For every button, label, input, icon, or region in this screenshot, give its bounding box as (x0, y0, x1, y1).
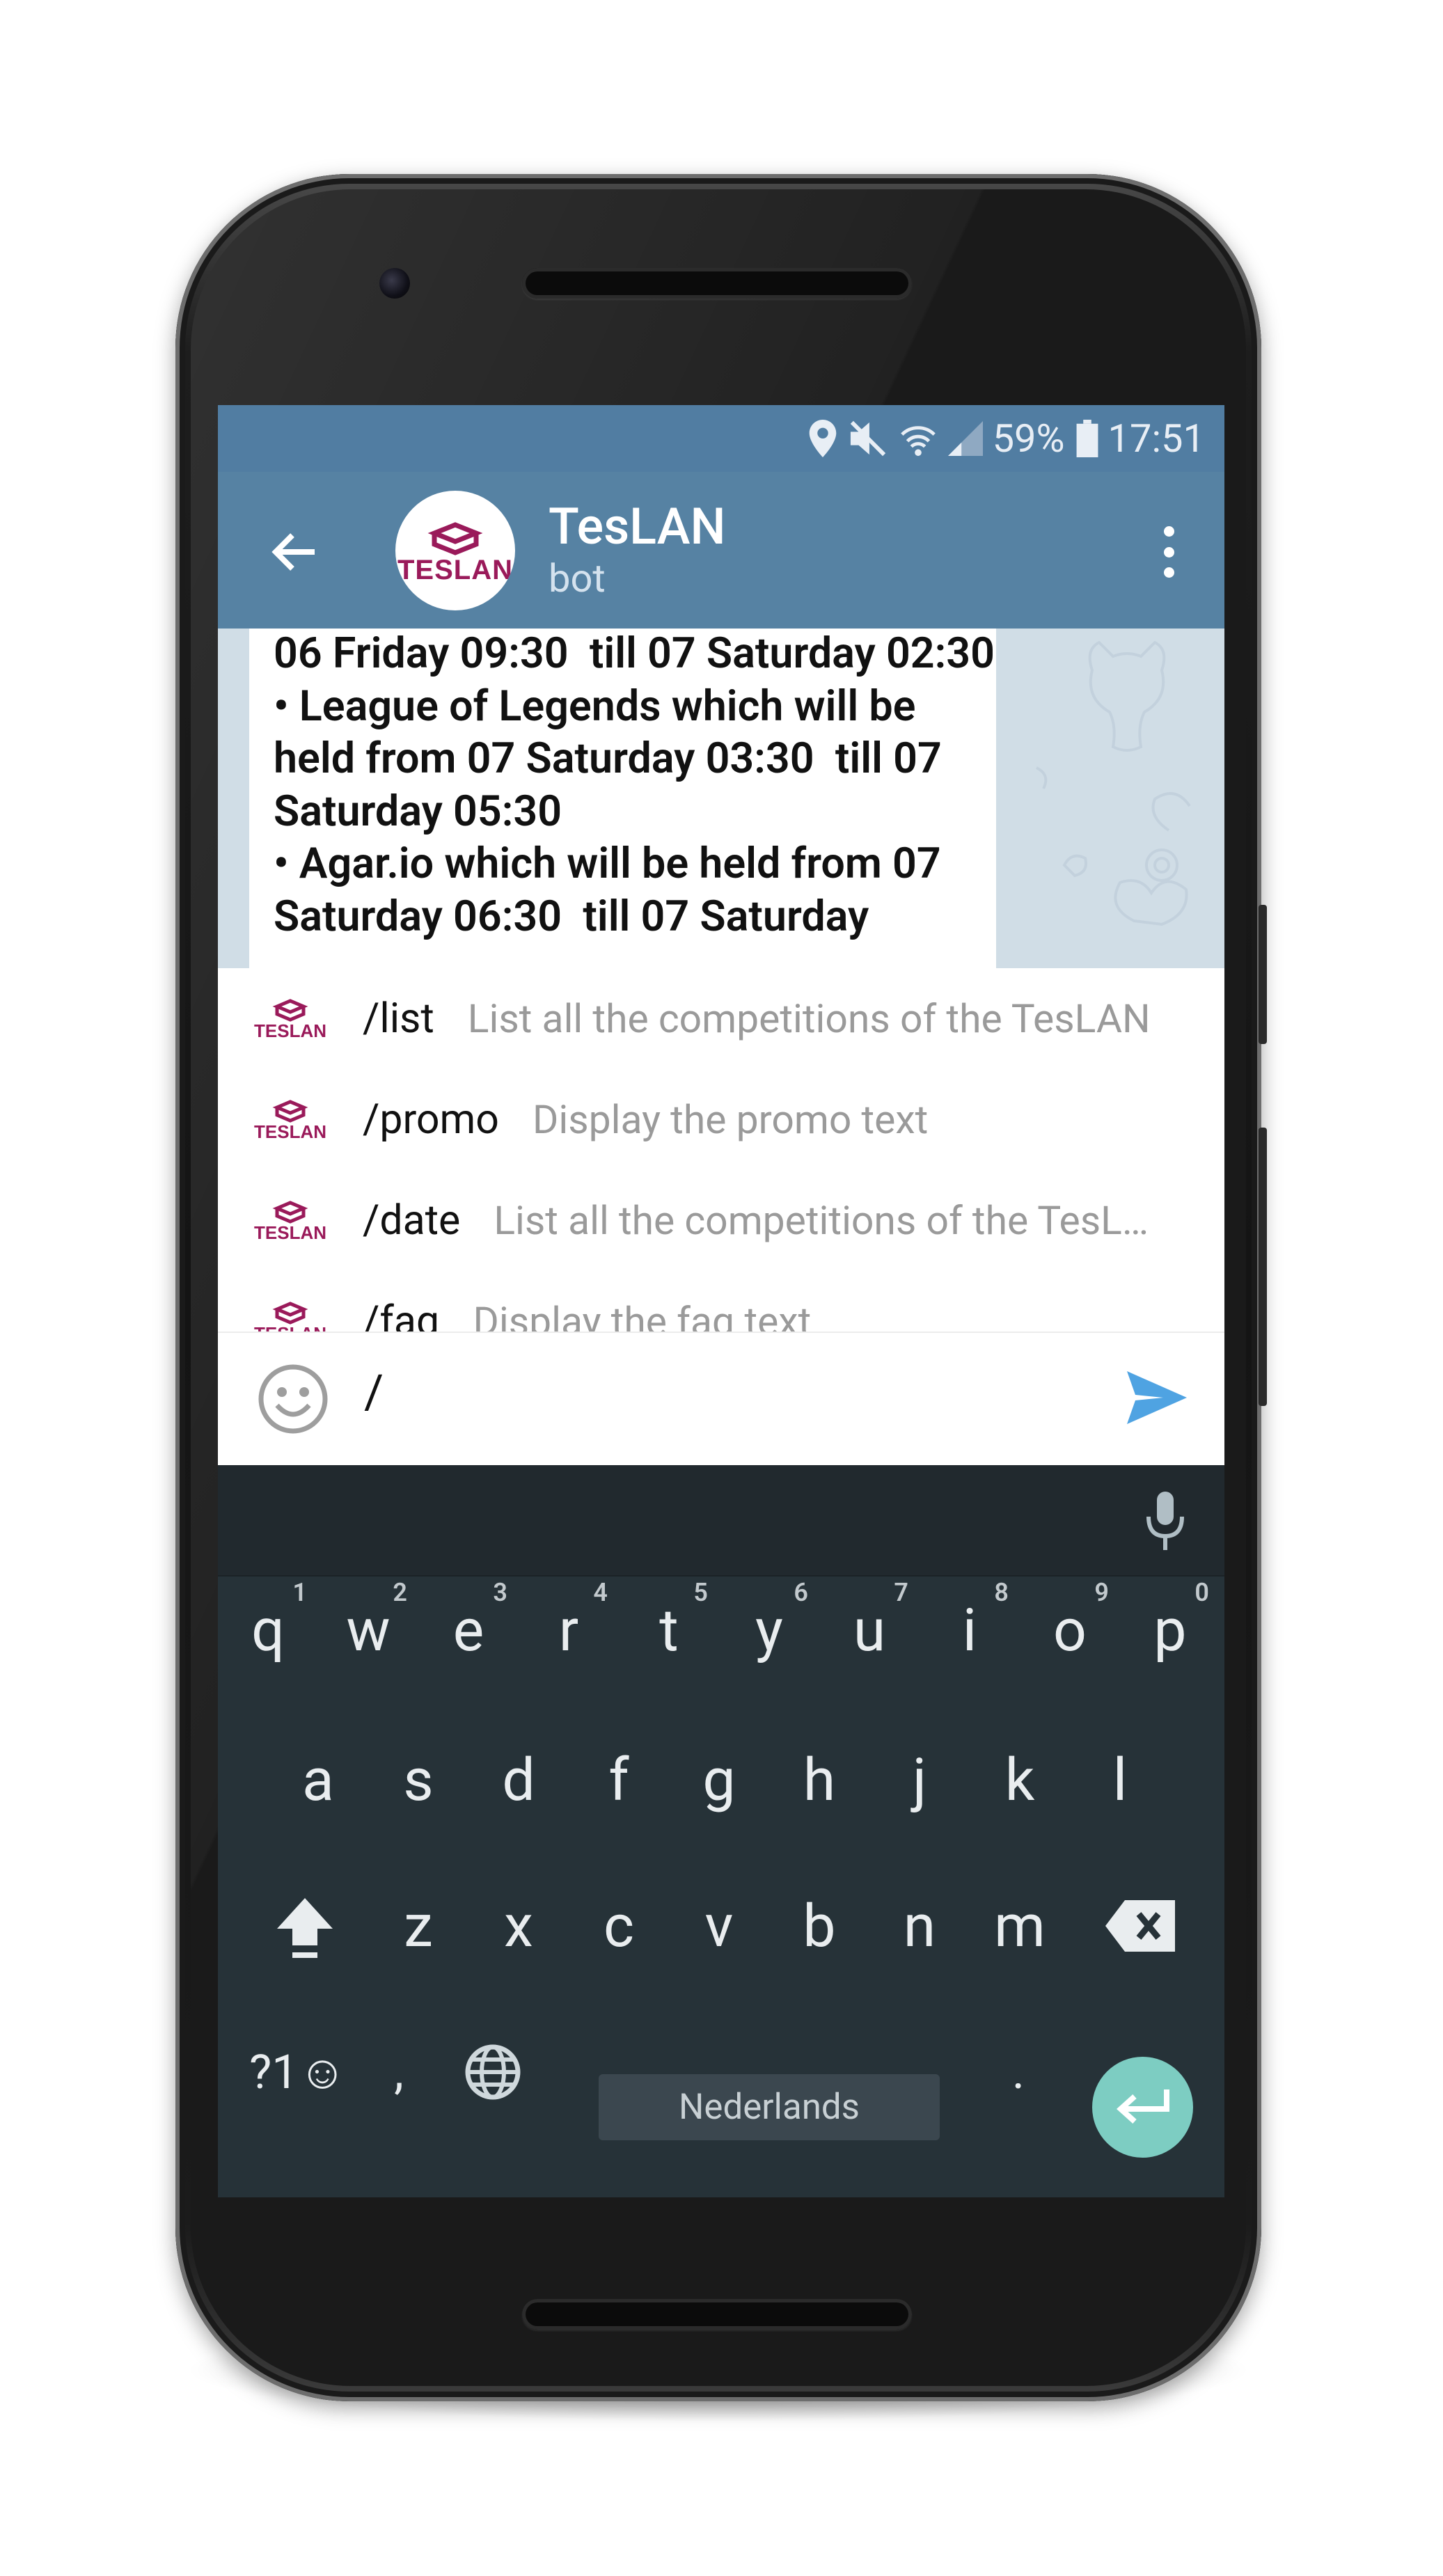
key-m[interactable]: m (970, 1877, 1070, 1975)
key-i[interactable]: i8 (920, 1578, 1020, 1679)
clock: 17:51 (1107, 416, 1205, 461)
microphone-icon (1146, 1492, 1184, 1550)
chat-messages[interactable]: 06 Friday 09:30 till 07 Saturday 02:30 •… (218, 629, 1224, 968)
space-bar[interactable]: Nederlands (599, 2074, 940, 2140)
more-options-button[interactable] (1148, 521, 1190, 583)
key-k[interactable]: k (970, 1731, 1070, 1828)
backspace-icon (1105, 1900, 1175, 1952)
key-q[interactable]: q1 (218, 1578, 318, 1679)
chat-title[interactable]: TesLAN (549, 497, 726, 556)
key-u[interactable]: u7 (819, 1578, 920, 1679)
shift-icon (277, 1898, 333, 1958)
command-description: Display the promo text (532, 1096, 929, 1143)
teslan-logo: TESLAN (254, 1099, 326, 1142)
key-f[interactable]: f (569, 1731, 669, 1828)
enter-icon (1116, 2089, 1169, 2124)
keyboard-suggestion-strip (218, 1465, 1224, 1577)
comma-key[interactable]: , (364, 2027, 434, 2117)
svg-text:TESLAN: TESLAN (397, 555, 513, 585)
send-button[interactable] (1123, 1364, 1190, 1430)
key-x[interactable]: x (468, 1877, 569, 1975)
bottom-speaker (522, 2299, 912, 2330)
send-icon (1126, 1370, 1187, 1424)
enter-key[interactable] (1092, 2057, 1193, 2158)
command-suggestions: TESLAN /list List all the competitions o… (218, 968, 1224, 1332)
location-icon (809, 420, 837, 457)
more-vertical-icon (1163, 526, 1174, 537)
chat-header: TESLAN TesLAN bot (218, 472, 1224, 629)
mute-icon (848, 420, 888, 457)
volume-button (1259, 1128, 1267, 1406)
smiley-icon (258, 1364, 328, 1434)
symbols-key[interactable]: ?1☺ (242, 2027, 354, 2117)
signal-icon (947, 421, 983, 456)
svg-text:TESLAN: TESLAN (254, 1323, 326, 1332)
back-button[interactable] (267, 524, 322, 580)
command-suggestion-faq[interactable]: TESLAN /faq Display the faq text (218, 1271, 1224, 1332)
screen: 59% 17:51 TESLAN TesLAN bot 06 Friday 09… (218, 405, 1224, 2197)
key-w[interactable]: w2 (318, 1578, 418, 1679)
key-n[interactable]: n (869, 1877, 970, 1975)
key-j[interactable]: j (869, 1731, 970, 1828)
teslan-logo: TESLAN (254, 998, 326, 1041)
message-text: 06 Friday 09:30 till 07 Saturday 02:30 •… (274, 629, 995, 941)
key-b[interactable]: b (769, 1877, 869, 1975)
key-o[interactable]: o9 (1020, 1578, 1120, 1679)
command-suggestion-promo[interactable]: TESLAN /promo Display the promo text (218, 1069, 1224, 1170)
command-name: /date (363, 1196, 461, 1244)
command-description: List all the competitions of the TesLAN (467, 995, 1151, 1042)
battery-icon (1076, 420, 1098, 457)
key-e[interactable]: e3 (418, 1578, 519, 1679)
power-button (1259, 905, 1267, 1044)
wifi-icon (899, 420, 937, 457)
teslan-logo: TESLAN (254, 1301, 326, 1332)
voice-input-button[interactable] (1137, 1490, 1193, 1552)
key-a[interactable]: a (268, 1731, 368, 1828)
bot-avatar[interactable]: TESLAN (395, 491, 515, 610)
key-c[interactable]: c (569, 1877, 669, 1975)
key-s[interactable]: s (368, 1731, 468, 1828)
command-name: /faq (363, 1297, 440, 1332)
language-key[interactable] (441, 2027, 545, 2117)
message-input[interactable]: / (364, 1364, 384, 1420)
command-suggestion-list[interactable]: TESLAN /list List all the competitions o… (218, 968, 1224, 1069)
status-bar: 59% 17:51 (218, 405, 1224, 472)
key-z[interactable]: z (368, 1877, 468, 1975)
key-l[interactable]: l (1070, 1731, 1170, 1828)
command-description: List all the competitions of the TesL… (494, 1197, 1149, 1244)
key-g[interactable]: g (669, 1731, 769, 1828)
chat-background-pattern (1036, 640, 1191, 926)
key-t[interactable]: t5 (619, 1578, 719, 1679)
emoji-button[interactable] (256, 1362, 330, 1436)
teslan-logo: TESLAN (254, 1200, 326, 1243)
key-r[interactable]: r4 (519, 1578, 619, 1679)
chat-subtitle: bot (549, 555, 606, 601)
globe-icon (465, 2044, 521, 2100)
earpiece-speaker (522, 268, 912, 299)
front-camera (379, 268, 410, 299)
key-y[interactable]: y6 (719, 1578, 819, 1679)
svg-text:TESLAN: TESLAN (254, 1020, 326, 1041)
command-suggestion-date[interactable]: TESLAN /date List all the competitions o… (218, 1170, 1224, 1271)
command-description: Display the faq text (473, 1298, 812, 1332)
shift-key[interactable] (253, 1877, 357, 1975)
key-d[interactable]: d (468, 1731, 569, 1828)
key-h[interactable]: h (769, 1731, 869, 1828)
message-composer: / (218, 1332, 1224, 1465)
command-name: /promo (363, 1096, 499, 1144)
svg-text:TESLAN: TESLAN (254, 1222, 326, 1243)
key-p[interactable]: p0 (1120, 1578, 1220, 1679)
arrow-left-icon (271, 533, 315, 571)
battery-percent: 59% (992, 416, 1065, 461)
message-bubble[interactable]: 06 Friday 09:30 till 07 Saturday 02:30 •… (249, 629, 996, 968)
svg-text:TESLAN: TESLAN (254, 1121, 326, 1142)
key-v[interactable]: v (669, 1877, 769, 1975)
command-name: /list (363, 995, 434, 1043)
teslan-logo: TESLAN (397, 522, 513, 585)
period-key[interactable]: . (984, 2027, 1053, 2117)
backspace-key[interactable] (1088, 1877, 1192, 1975)
